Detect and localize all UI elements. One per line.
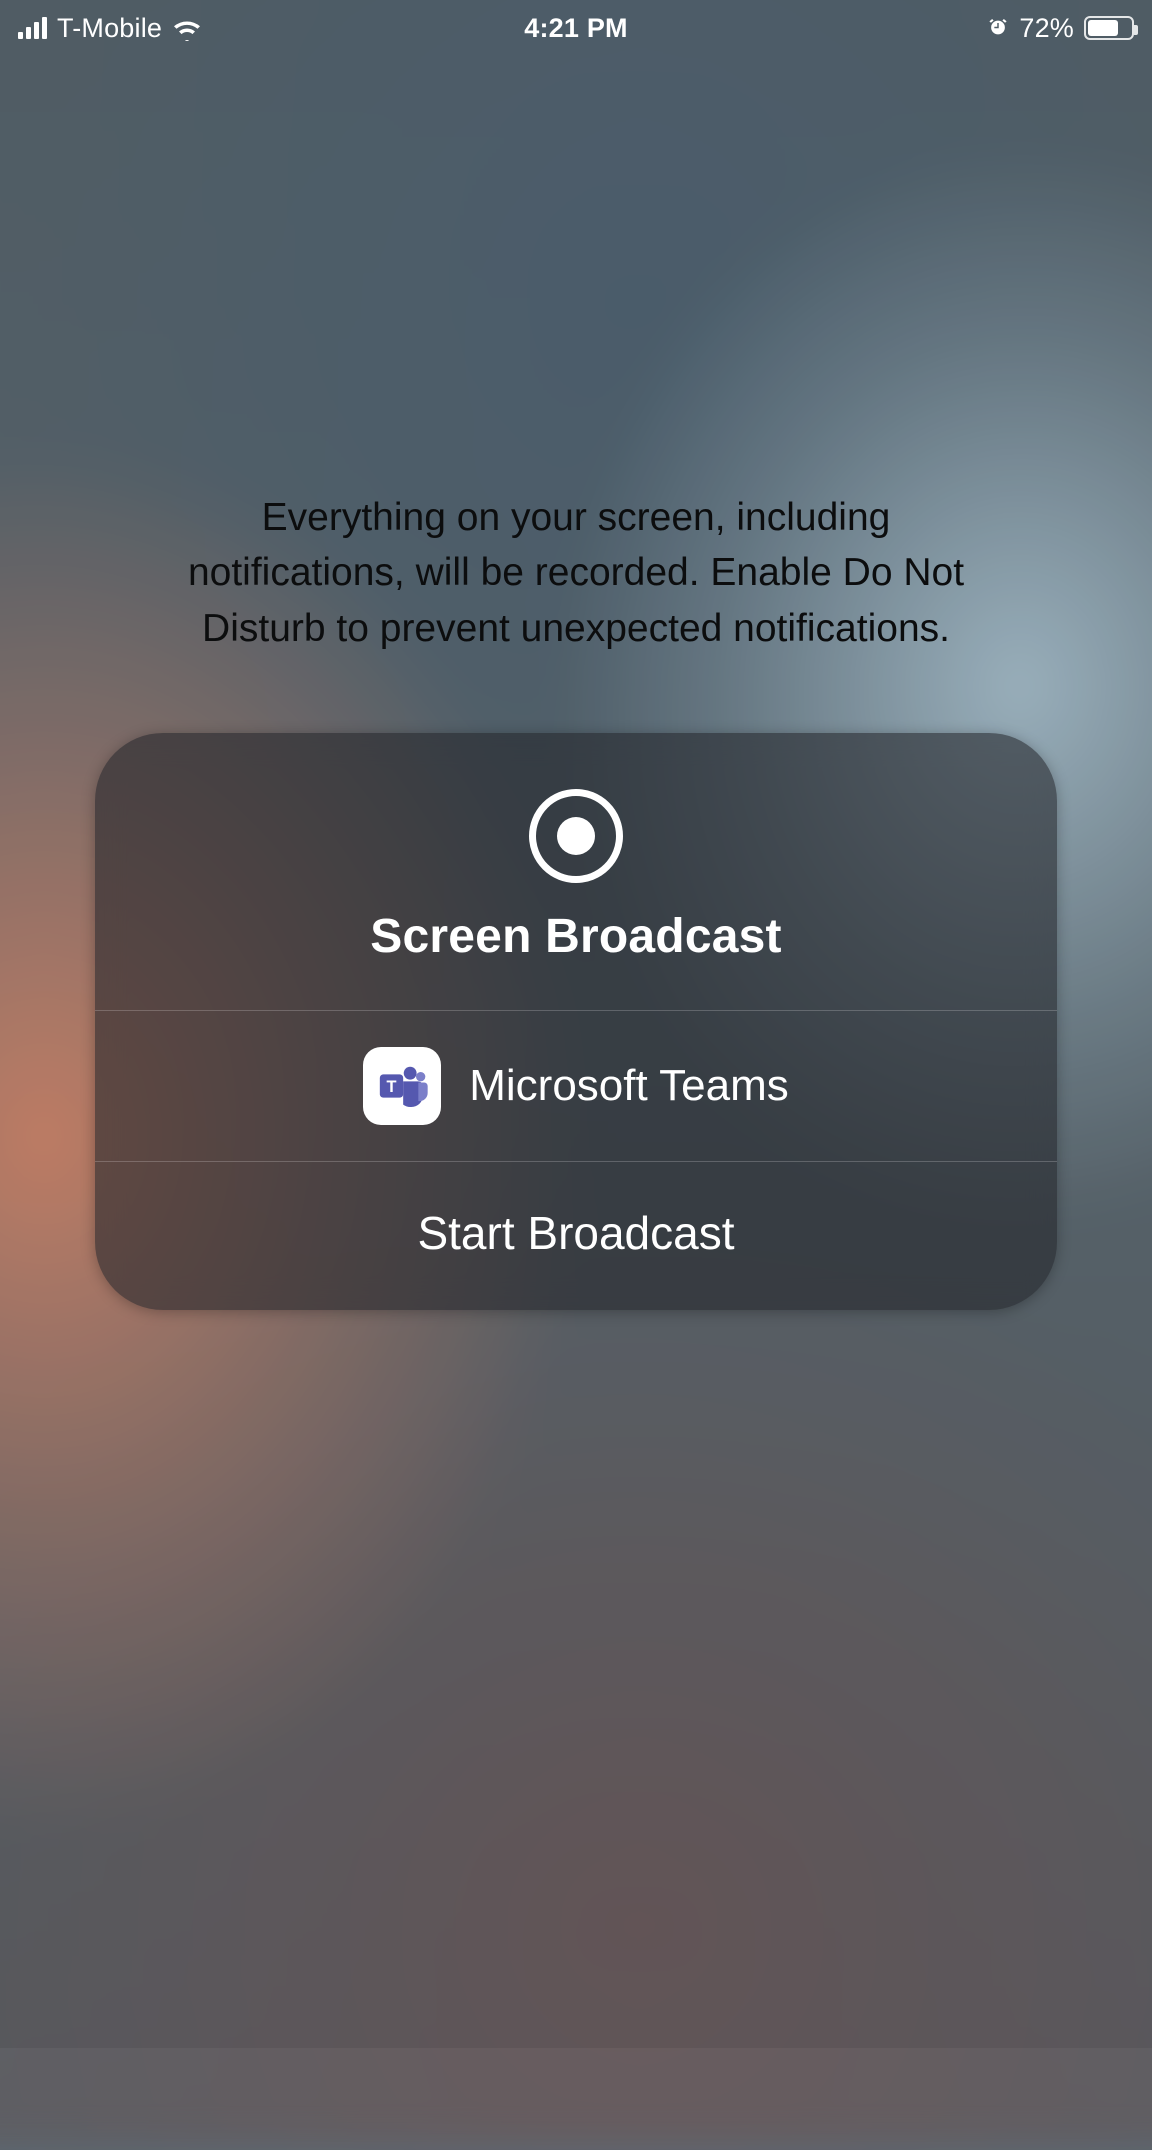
panel-header: Screen Broadcast	[95, 733, 1057, 1010]
status-bar-right: 72%	[987, 13, 1134, 44]
cellular-signal-icon	[18, 17, 47, 39]
start-broadcast-label: Start Broadcast	[417, 1206, 734, 1260]
battery-icon	[1084, 16, 1134, 40]
broadcast-app-label: Microsoft Teams	[469, 1061, 789, 1111]
status-bar-time: 4:21 PM	[524, 13, 627, 44]
broadcast-panel: Screen Broadcast T Microsoft Teams Start…	[95, 733, 1057, 1310]
status-bar: T-Mobile 4:21 PM 72%	[0, 0, 1152, 56]
battery-percent-label: 72%	[1019, 13, 1074, 44]
record-dot	[557, 817, 595, 855]
carrier-label: T-Mobile	[57, 13, 162, 44]
wifi-icon	[172, 17, 202, 39]
broadcast-warning-text: Everything on your screen, including not…	[0, 490, 1152, 656]
start-broadcast-button[interactable]: Start Broadcast	[95, 1162, 1057, 1310]
alarm-icon	[987, 17, 1009, 39]
svg-text:T: T	[387, 1078, 397, 1096]
record-icon	[529, 789, 623, 883]
broadcast-app-row[interactable]: T Microsoft Teams	[95, 1011, 1057, 1161]
battery-fill	[1088, 20, 1118, 36]
microsoft-teams-icon: T	[363, 1047, 441, 1125]
status-bar-left: T-Mobile	[18, 13, 202, 44]
panel-title: Screen Broadcast	[370, 909, 781, 964]
